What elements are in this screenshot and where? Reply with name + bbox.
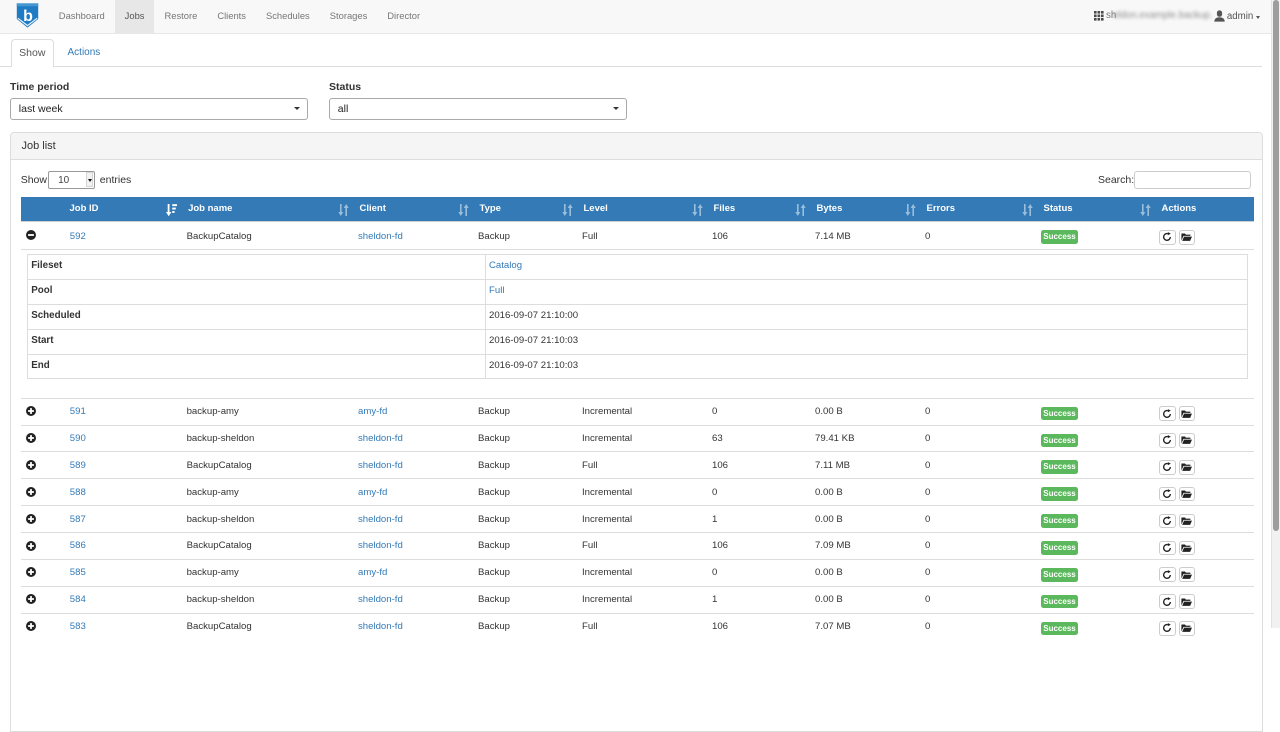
svg-text:b: b <box>23 7 33 24</box>
